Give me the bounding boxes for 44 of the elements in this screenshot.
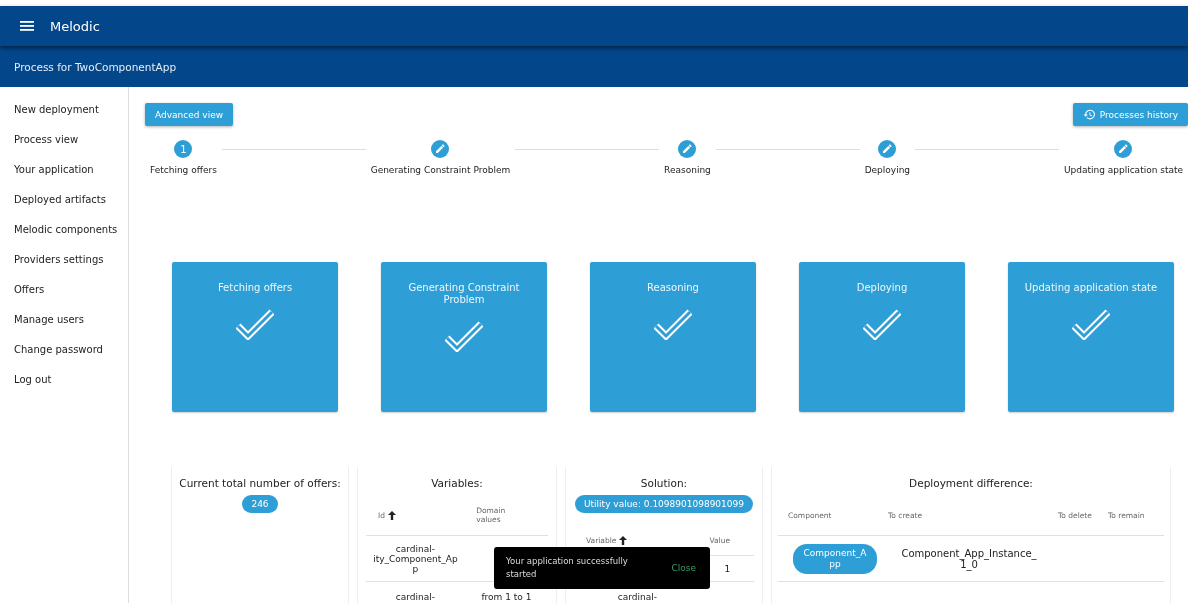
step-label: Fetching offers [149,165,218,175]
table-cell-text: cardinal-ity_Component_App [372,543,459,574]
panel-title: Deployment difference: [909,477,1033,489]
sidebar-item[interactable]: Change password [0,335,128,365]
step-label: Updating application state [1062,165,1185,175]
utility-value: Utility value: 0.1098901098901099 [575,495,753,513]
panel-title: Current total number of offers: [179,477,341,489]
history-icon [1082,108,1096,121]
step-label: Deploying [863,165,912,175]
component-chip: Component_App [793,543,877,574]
edit-step-icon [878,140,897,158]
sidebar-item[interactable]: Process view [0,125,128,155]
panel-title: Variables: [431,477,483,489]
stage-title: Fetching offers [216,282,294,294]
edit-step-icon [678,140,697,158]
app-title: Melodic [50,18,100,34]
step-label: Reasoning [663,165,712,175]
sidebar-item[interactable]: New deployment [0,95,128,125]
edit-step-icon [431,140,450,158]
sidebar-item[interactable]: Log out [0,365,128,395]
table-cell: cardinal- [617,592,657,602]
table-cell: from 1 to 1 [481,592,532,602]
stage-title: Reasoning [646,282,700,294]
sidebar-item[interactable]: Melodic components [0,215,128,245]
table-cell-text: Component_App_Instance_1_0 [900,547,1038,570]
stage-title: Generating Constraint Problem [407,282,521,306]
menu-icon[interactable] [20,20,34,32]
panel-title: Solution: [640,477,688,489]
edit-step-icon [1114,140,1133,158]
sidebar-item[interactable]: Manage users [0,305,128,335]
table-cell: 1 [724,563,731,574]
offers-count: 246 [242,495,278,513]
sidebar-item[interactable]: Offers [0,275,128,305]
stage-title: Updating application state [1023,282,1159,294]
step-number: 1 [174,140,193,158]
sidebar-item[interactable]: Deployed artifacts [0,185,128,215]
snackbar-message: Your application successfully started [506,555,629,581]
sidebar-item[interactable]: Providers settings [0,245,128,275]
table-cell: cardinal- [395,592,436,602]
page-title: Process for TwoComponentApp [14,60,177,73]
step-label: Generating Constraint Problem [369,165,512,175]
sidebar-item[interactable]: Your application [0,155,128,185]
close-button[interactable]: Close [669,561,698,575]
stage-title: Deploying [855,282,909,294]
